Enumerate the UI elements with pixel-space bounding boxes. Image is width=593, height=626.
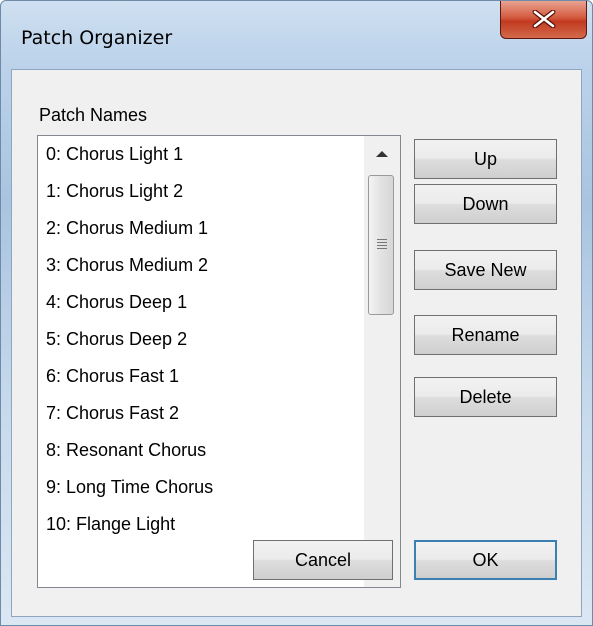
- list-item[interactable]: 2: Chorus Medium 1: [38, 210, 364, 247]
- list-item[interactable]: 10: Flange Light: [38, 506, 364, 543]
- list-item[interactable]: 5: Chorus Deep 2: [38, 321, 364, 358]
- up-button[interactable]: Up: [414, 139, 557, 179]
- patch-names-label: Patch Names: [39, 105, 148, 125]
- list-item[interactable]: 9: Long Time Chorus: [38, 469, 364, 506]
- patch-list: 0: Chorus Light 1 1: Chorus Light 2 2: C…: [38, 136, 364, 587]
- close-button[interactable]: [500, 1, 587, 39]
- scrollbar-thumb[interactable]: [368, 175, 394, 315]
- close-icon: [532, 10, 556, 28]
- list-item[interactable]: 8: Resonant Chorus: [38, 432, 364, 469]
- list-item[interactable]: 7: Chorus Fast 2: [38, 395, 364, 432]
- list-item[interactable]: 1: Chorus Light 2: [38, 173, 364, 210]
- ok-button[interactable]: OK: [414, 540, 557, 580]
- title-bar[interactable]: Patch Organizer: [1, 1, 592, 69]
- patch-organizer-window: Patch Organizer Patch Names 0: Chorus Li…: [0, 0, 593, 626]
- window-title: Patch Organizer: [21, 27, 173, 49]
- delete-button[interactable]: Delete: [414, 377, 557, 417]
- save-new-button[interactable]: Save New: [414, 250, 557, 290]
- list-item[interactable]: 0: Chorus Light 1: [38, 136, 364, 173]
- grip-icon: [377, 239, 387, 251]
- list-item[interactable]: 3: Chorus Medium 2: [38, 247, 364, 284]
- rename-button[interactable]: Rename: [414, 315, 557, 355]
- cancel-button[interactable]: Cancel: [253, 540, 393, 580]
- down-button[interactable]: Down: [414, 184, 557, 224]
- list-item[interactable]: 6: Chorus Fast 1: [38, 358, 364, 395]
- list-item[interactable]: 4: Chorus Deep 1: [38, 284, 364, 321]
- patch-names-listbox[interactable]: 0: Chorus Light 1 1: Chorus Light 2 2: C…: [37, 135, 401, 588]
- vertical-scrollbar[interactable]: [364, 136, 400, 587]
- dialog-body: Patch Names 0: Chorus Light 1 1: Chorus …: [11, 69, 582, 617]
- scroll-up-button[interactable]: [364, 136, 400, 172]
- scroll-up-arrow-icon: [376, 151, 388, 157]
